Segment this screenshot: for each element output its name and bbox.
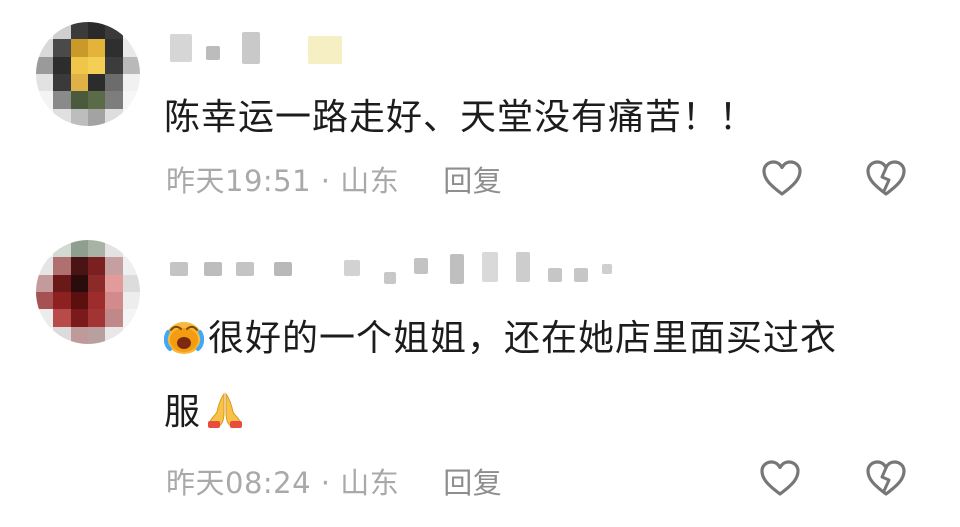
comment-meta: 昨天19:51 · 山东 回复 [166, 158, 502, 200]
avatar-mosaic [36, 240, 140, 344]
heart-outline-icon[interactable] [758, 458, 802, 498]
comment-text-line1: 很好的一个姐姐，还在她店里面买过衣 [208, 318, 838, 359]
comment-location: 山东 [340, 164, 400, 198]
comment-meta: 昨天08:24 · 山东 回复 [166, 460, 502, 502]
comment-text: 很好的一个姐姐，还在她店里面买过衣 服 [164, 316, 920, 436]
reply-button[interactable]: 回复 [443, 164, 502, 198]
username-blurred[interactable] [170, 28, 370, 68]
avatar[interactable] [36, 240, 140, 344]
reply-button[interactable]: 回复 [443, 466, 502, 500]
comment-item: 很好的一个姐姐，还在她店里面买过衣 服 昨天08:24 · 山东 回复 [0, 230, 960, 527]
avatar-mosaic [36, 22, 140, 126]
comment-location: 山东 [340, 466, 400, 500]
comment-item: 陈幸运一路走好、天堂没有痛苦！！ 昨天19:51 · 山东 回复 [0, 0, 960, 230]
crying-face-emoji [164, 322, 204, 354]
comment-text-line2: 服 [164, 392, 202, 433]
username-blurred[interactable] [170, 248, 630, 288]
avatar[interactable] [36, 22, 140, 126]
comment-text: 陈幸运一路走好、天堂没有痛苦！！ [164, 97, 757, 138]
comment-time: 昨天08:24 [166, 466, 312, 500]
broken-heart-icon[interactable] [864, 158, 908, 198]
comment-time: 昨天19:51 [166, 164, 312, 198]
broken-heart-icon[interactable] [864, 458, 908, 498]
folded-hands-emoji [208, 392, 243, 428]
heart-outline-icon[interactable] [760, 158, 804, 198]
meta-separator: · [311, 164, 341, 198]
meta-separator: · [311, 466, 341, 500]
